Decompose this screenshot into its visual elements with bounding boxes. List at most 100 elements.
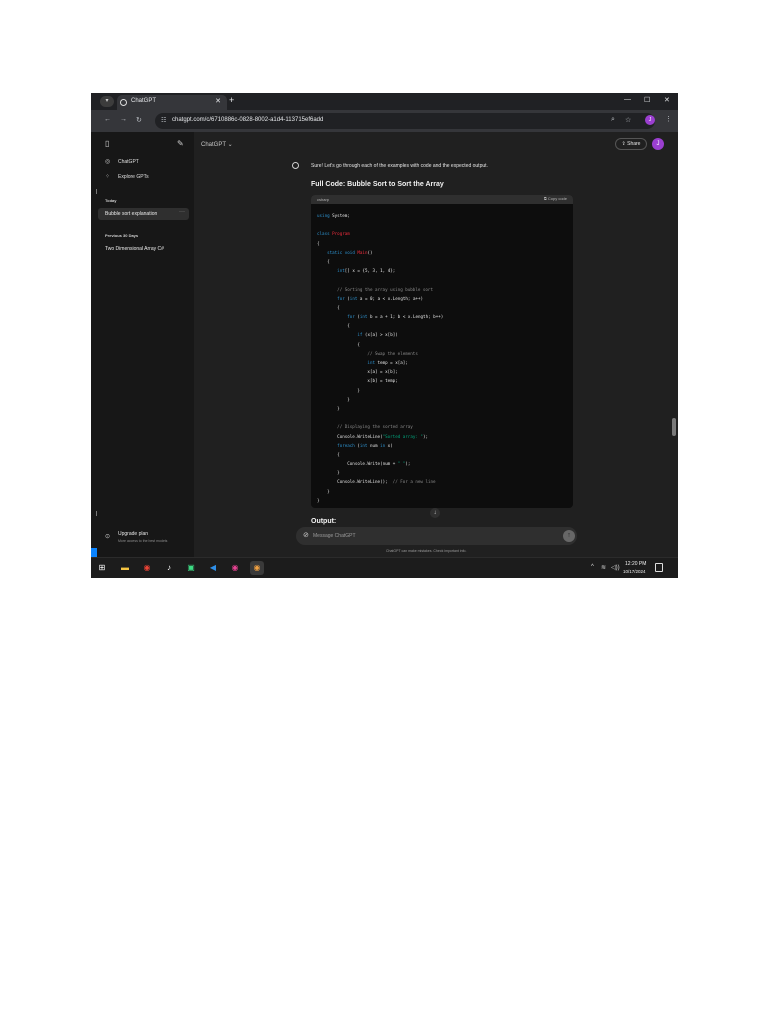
- share-button[interactable]: ⇪ Share: [615, 138, 647, 150]
- tab-close-icon[interactable]: ✕: [215, 97, 221, 105]
- chat-item-bubble-sort[interactable]: Bubble sort explanation ···: [98, 208, 189, 220]
- copy-code-button[interactable]: ⧉ Copy code: [544, 196, 567, 201]
- code-line: x[b] = temp;: [367, 378, 398, 384]
- previous-heading: Previous 30 Days: [105, 233, 139, 238]
- code-line: {: [317, 323, 350, 329]
- code-line: {: [317, 304, 340, 310]
- new-tab-icon[interactable]: +: [229, 95, 234, 105]
- code-line: for (int a = 0; a < x.Length; a++): [337, 295, 424, 301]
- code-block: csharp ⧉ Copy code using System; class P…: [311, 195, 573, 508]
- chrome-icon[interactable]: ◉: [140, 561, 154, 575]
- code-line: }: [317, 470, 340, 476]
- sidebar-item-label: ChatGPT: [118, 159, 139, 165]
- code-line: {: [317, 451, 340, 457]
- chevron-down-icon: ⌄: [227, 142, 233, 148]
- assistant-intro-text: Sure! Let's go through each of the examp…: [311, 163, 488, 169]
- back-icon[interactable]: ←: [104, 116, 111, 123]
- share-label: Share: [627, 141, 641, 147]
- sidebar-resize-marker: [96, 511, 97, 516]
- message-input[interactable]: [313, 531, 543, 541]
- code-line: class Program: [317, 231, 350, 237]
- minimize-icon[interactable]: —: [624, 96, 631, 103]
- window-edge-highlight: [91, 548, 97, 557]
- code-line: // Sorting the array using bubble sort: [337, 286, 433, 292]
- code-line: if (x[a] > x[b]): [357, 332, 398, 338]
- upgrade-icon: ⊙: [105, 534, 111, 540]
- close-window-icon[interactable]: ✕: [664, 96, 670, 104]
- sidebar-item-explore-gpts[interactable]: ⁘ Explore GPTs: [95, 171, 189, 183]
- code-line: int[] x = {5, 3, 1, 4};: [337, 268, 396, 274]
- upgrade-title: Upgrade plan: [118, 531, 149, 537]
- code-line: }: [317, 488, 330, 494]
- site-info-icon[interactable]: ☷: [161, 117, 166, 124]
- code-line: }: [317, 497, 320, 503]
- code-line: Console.Write(num + " ");: [347, 461, 411, 467]
- start-icon[interactable]: ⊞: [95, 561, 109, 575]
- zoom-icon[interactable]: ⌕: [611, 116, 615, 124]
- code-block-header: csharp ⧉ Copy code: [311, 195, 573, 204]
- browser-profile-avatar[interactable]: J: [645, 115, 655, 125]
- browser-tab[interactable]: ChatGPT ✕: [117, 95, 227, 110]
- windows-taskbar: ⊞ ▬ ◉ ♪ ▣ ◀ ◉ ◉ ^ ≋ ◁)) 12:20 PM 10/17/2…: [91, 557, 678, 578]
- chrome-active-icon[interactable]: ◉: [250, 561, 264, 575]
- code-line: {: [317, 240, 320, 246]
- code-line: static void Main(): [327, 249, 373, 255]
- sidebar: ▯ ✎ ◎ ChatGPT ⁘ Explore GPTs Today Bubbl…: [91, 132, 194, 557]
- model-selector[interactable]: ChatGPT ⌄: [201, 141, 233, 148]
- forward-icon[interactable]: →: [120, 116, 127, 123]
- code-line: Console.WriteLine("Sorted array: ");: [337, 433, 428, 439]
- user-avatar[interactable]: J: [652, 138, 664, 150]
- scroll-down-icon[interactable]: ↓: [430, 508, 440, 518]
- code-section-heading: Full Code: Bubble Sort to Sort the Array: [311, 181, 444, 188]
- code-line: int temp = x[a];: [367, 360, 408, 365]
- code-line: // Displaying the sorted array: [337, 424, 413, 430]
- grid-icon: ⁘: [105, 174, 111, 180]
- clock-date[interactable]: 10/17/2024: [623, 569, 646, 574]
- upgrade-plan-button[interactable]: ⊙ Upgrade plan More access to the best m…: [95, 528, 189, 548]
- android-studio-icon[interactable]: ▣: [184, 561, 198, 575]
- sidebar-item-chatgpt[interactable]: ◎ ChatGPT: [95, 156, 189, 168]
- code-line: for (int b = a + 1; b < x.Length; b++): [347, 314, 444, 320]
- code-line: Console.WriteLine(); // For a new line: [337, 479, 436, 485]
- chatgpt-favicon-icon: [120, 99, 127, 106]
- send-button[interactable]: ↑: [563, 530, 575, 542]
- chat-item-two-dimensional-array[interactable]: Two Dimensional Array C#: [98, 243, 189, 255]
- copy-label: Copy code: [547, 196, 567, 201]
- browser-toolbar: ← → ↻ ☷ chatgpt.com/c/6710886c-0828-8002…: [91, 110, 678, 132]
- code-language-label: csharp: [317, 197, 330, 202]
- assistant-avatar-icon: [292, 162, 299, 169]
- sidebar-resize-marker: [96, 189, 97, 194]
- file-explorer-icon[interactable]: ▬: [118, 561, 132, 575]
- scrollbar-thumb[interactable]: [672, 418, 676, 436]
- url-text[interactable]: chatgpt.com/c/6710886c-0828-8002-a1d4-11…: [172, 117, 323, 123]
- code-line: }: [317, 396, 350, 402]
- code-line: {: [317, 258, 330, 264]
- address-bar[interactable]: ☷ chatgpt.com/c/6710886c-0828-8002-a1d4-…: [155, 113, 655, 129]
- volume-icon[interactable]: ◁)): [611, 564, 620, 571]
- model-label: ChatGPT: [201, 142, 226, 148]
- sidebar-item-label: Explore GPTs: [118, 174, 149, 180]
- more-options-icon[interactable]: ···: [179, 209, 185, 215]
- attach-icon[interactable]: ⊘: [303, 531, 309, 539]
- notification-icon[interactable]: [655, 563, 663, 572]
- tab-search-icon[interactable]: ▾: [100, 96, 114, 107]
- network-icon[interactable]: ≋: [601, 564, 606, 571]
- clock-time[interactable]: 12:20 PM: [625, 561, 646, 567]
- new-chat-icon[interactable]: ✎: [177, 139, 184, 148]
- upgrade-subtitle: More access to the best models: [118, 539, 168, 543]
- bookmark-star-icon[interactable]: ☆: [625, 116, 631, 124]
- chrome-profile-icon[interactable]: ◉: [228, 561, 242, 575]
- tiktok-icon[interactable]: ♪: [162, 561, 176, 575]
- tray-overflow-icon[interactable]: ^: [591, 564, 594, 570]
- code-content: using System; class Program { static void…: [317, 211, 567, 505]
- vscode-icon[interactable]: ◀: [206, 561, 220, 575]
- reload-icon[interactable]: ↻: [136, 116, 142, 124]
- today-heading: Today: [105, 198, 117, 203]
- tab-title: ChatGPT: [131, 98, 157, 104]
- browser-menu-icon[interactable]: ⋮: [665, 115, 672, 123]
- maximize-icon[interactable]: ☐: [644, 96, 650, 104]
- toggle-sidebar-icon[interactable]: ▯: [105, 139, 109, 148]
